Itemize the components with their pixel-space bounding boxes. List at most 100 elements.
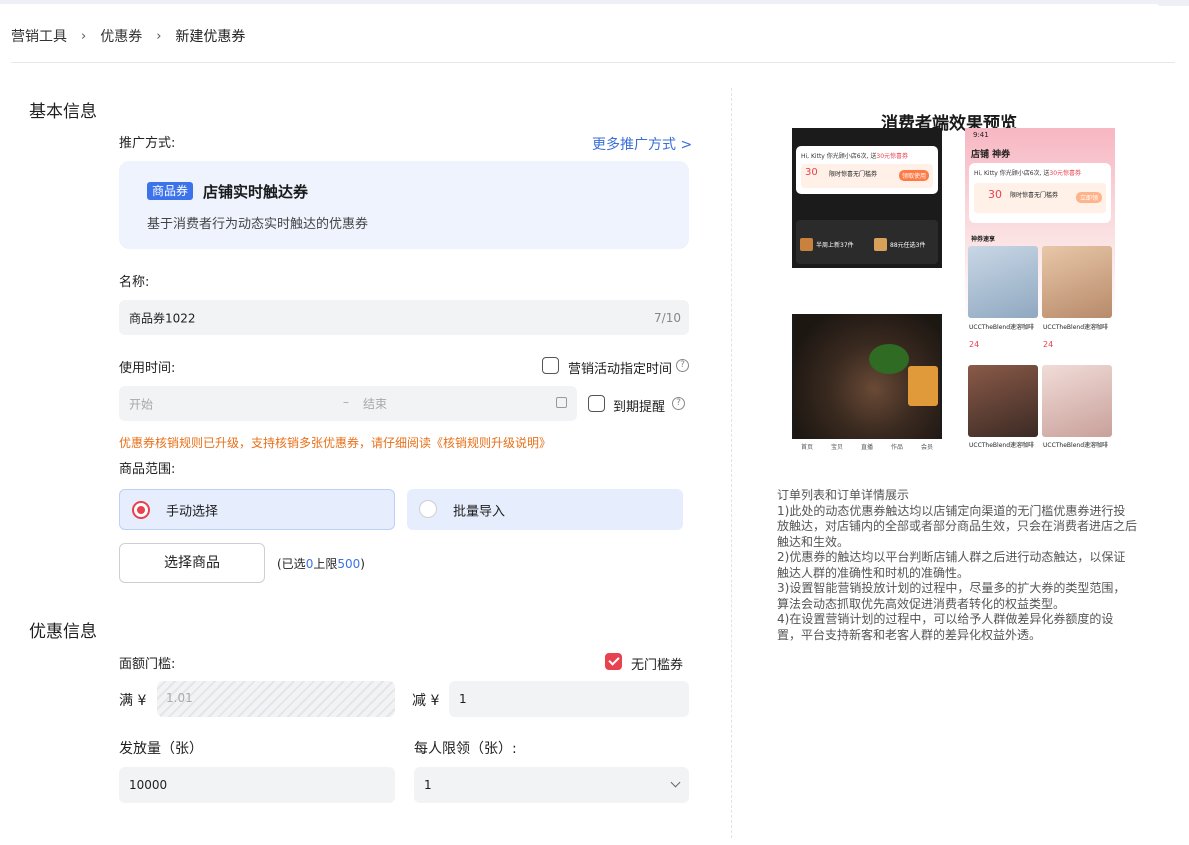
name-input[interactable]: 商品券1022 7/10 — [119, 300, 689, 335]
preview-notes: 订单列表和订单详情展示 1)此处的动态优惠券触达均以店铺定向渠道的无门槛优惠券进… — [777, 488, 1137, 643]
campaign-time-checkbox[interactable] — [542, 357, 559, 374]
preview-store-title: 店铺 神券 — [971, 150, 1011, 160]
preview-tab-items: 宝贝 — [830, 443, 843, 451]
note-line: 4)在设置营销计划的过程中，可以给予人群做差异化券额度的设置，平台支持新客和老客… — [777, 612, 1114, 642]
food-image — [794, 314, 940, 439]
selected-suffix: ) — [360, 557, 365, 571]
breadcrumb-marketing-tools[interactable]: 营销工具 — [11, 26, 67, 46]
coupon-type-badge: 商品券 — [147, 182, 194, 200]
preview-tab-member: 会员 — [920, 443, 933, 451]
full-amount-label: 满 ¥ — [119, 693, 147, 709]
preview-claim-button: 领取使用 — [898, 170, 929, 181]
preview-product-name: UCCTheBlend速溶咖啡 — [969, 324, 1035, 331]
preview-greeting: Hi, Kitty 你光顾小店6次, 送 — [974, 170, 1050, 177]
promo-items: 半周上新37件 88元任选3件 — [796, 220, 938, 264]
char-counter: 7/10 — [654, 310, 681, 325]
section-title-basic: 基本信息 — [29, 102, 97, 122]
section-title-discount: 优惠信息 — [29, 622, 97, 642]
divider — [11, 62, 1175, 63]
radio-selected-icon — [132, 501, 150, 519]
breadcrumb-new-coupon: 新建优惠券 — [175, 29, 246, 45]
coupon-card: Hi, Kitty 你光顾小店6次, 送30元惊喜券 30 限时惊喜无门槛券 立… — [969, 163, 1111, 223]
note-line: 2)优惠券的触达均以平台判断店铺人群之后进行动态触达，以保证触达人群的准确性和时… — [777, 550, 1126, 580]
threshold-label: 面额门槛: — [119, 657, 176, 672]
no-threshold-label: 无门槛券 — [631, 658, 684, 673]
minus-amount-label: 减 ¥ — [412, 693, 440, 709]
per-user-value: 1 — [424, 778, 432, 792]
scope-label: 商品范围: — [119, 462, 176, 477]
batch-import-label: 批量导入 — [453, 504, 506, 519]
minus-amount-input[interactable]: 1 — [449, 681, 689, 717]
rule-upgrade-notice[interactable]: 优惠券核销规则已升级，支持核销多张优惠券，请仔细阅读《核销规则升级说明》 — [119, 434, 551, 451]
preview-greeting-highlight: 30元惊喜券 — [876, 153, 909, 160]
calendar-icon — [556, 397, 567, 408]
preview-tab-live: 直播 — [860, 443, 873, 451]
manual-select-option[interactable]: 手动选择 — [119, 489, 395, 530]
preview-product-name: UCCTheBlend速溶咖啡 — [1043, 442, 1109, 449]
quantity-label: 发放量（张） — [119, 741, 203, 757]
breadcrumb-coupons[interactable]: 优惠券 — [100, 26, 142, 46]
select-products-button[interactable]: 选择商品 — [119, 543, 265, 583]
campaign-time-label: 营销活动指定时间 — [568, 362, 673, 377]
preview-coupon-title: 限时惊喜无门槛券 — [1010, 192, 1059, 199]
preview-tab-bar: 首页 宝贝 直播 作品 会员 — [792, 439, 942, 453]
column-divider — [731, 88, 732, 838]
quantity-input[interactable]: 10000 — [119, 767, 395, 803]
per-user-select[interactable]: 1 — [414, 767, 689, 803]
help-icon[interactable]: ? — [672, 397, 685, 410]
quantity-value: 10000 — [129, 778, 168, 792]
end-date-placeholder: 结束 — [363, 397, 388, 411]
preview-product-name: UCCTheBlend速溶咖啡 — [1043, 324, 1109, 331]
product-image — [1042, 365, 1112, 437]
chevron-right-icon: › — [156, 28, 162, 44]
per-user-label: 每人限领（张）: — [414, 741, 517, 757]
selected-prefix: (已选 — [277, 557, 306, 571]
name-label: 名称: — [119, 275, 150, 290]
preview-amount: 30 — [805, 167, 818, 178]
product-image — [1042, 246, 1112, 318]
preview-item-2: 88元任选3件 — [890, 242, 926, 249]
preview-greeting: Hi, Kitty 你光顾小店6次, 送 — [801, 153, 877, 160]
selected-count-text: (已选0上限500) — [277, 555, 365, 572]
more-promo-link[interactable]: 更多推广方式 > — [592, 134, 692, 154]
name-value: 商品券1022 — [129, 311, 196, 325]
limit-prefix: 上限 — [313, 557, 338, 571]
date-range-picker[interactable]: 开始 – 结束 — [119, 386, 577, 421]
promo-title: 店铺实时触达券 — [203, 183, 309, 201]
preview-section-title: 神券速享 — [971, 236, 996, 243]
breadcrumb: 营销工具 › 优惠券 › 新建优惠券 — [11, 26, 245, 46]
preview-amount: 30 — [988, 188, 1002, 201]
preview-coupon-title: 限时惊喜无门槛券 — [829, 171, 878, 178]
manual-select-label: 手动选择 — [166, 504, 219, 519]
time-label: 使用时间: — [119, 361, 176, 376]
preview-tab-works: 作品 — [890, 443, 903, 451]
range-dash: – — [343, 395, 349, 409]
product-image — [968, 365, 1038, 437]
promo-method-card[interactable]: 商品券 店铺实时触达券 基于消费者行为动态实时触达的优惠券 — [119, 161, 689, 249]
note-line: 订单列表和订单详情展示 — [777, 488, 910, 502]
chevron-right-icon: › — [81, 28, 87, 44]
note-line: 1)此处的动态优惠券触达均以店铺定向渠道的无门槛优惠券进行投放触达，对店铺内的全… — [777, 503, 1138, 549]
preview-status-time: 9:41 — [973, 131, 989, 139]
coupon-card: Hi, Kitty 你光顾小店6次, 送30元惊喜券 30 限时惊喜无门槛券 领… — [796, 146, 938, 194]
preview-tab-home: 首页 — [800, 443, 813, 451]
preview-price: 24 — [969, 340, 980, 349]
full-amount-value: 1.01 — [166, 691, 193, 705]
promo-description: 基于消费者行为动态实时触达的优惠券 — [147, 217, 369, 232]
top-bar — [0, 0, 1189, 8]
preview-claim-button: 立即领 — [1075, 192, 1102, 203]
full-amount-input-disabled: 1.01 — [157, 681, 395, 717]
preview-item-1: 半周上新37件 — [816, 242, 854, 249]
limit-value: 500 — [337, 557, 361, 571]
expiry-remind-label: 到期提醒 — [613, 400, 666, 415]
radio-unselected-icon — [419, 500, 437, 518]
note-line: 3)设置智能营销投放计划的过程中，尽量多的扩大券的类型范围，算法会动态抓取优先高… — [777, 581, 1126, 611]
chevron-down-icon — [670, 777, 681, 788]
preview-phone-coupon-page: 9:41 店铺 神券 Hi, Kitty 你光顾小店6次, 送30元惊喜券 30… — [965, 128, 1115, 453]
no-threshold-checkbox[interactable] — [605, 653, 622, 670]
batch-import-option[interactable]: 批量导入 — [407, 489, 683, 530]
expiry-remind-checkbox[interactable] — [588, 395, 605, 412]
help-icon[interactable]: ? — [676, 359, 689, 372]
preview-greeting-highlight: 30元惊喜券 — [1049, 170, 1082, 177]
preview-price: 24 — [1043, 340, 1054, 349]
